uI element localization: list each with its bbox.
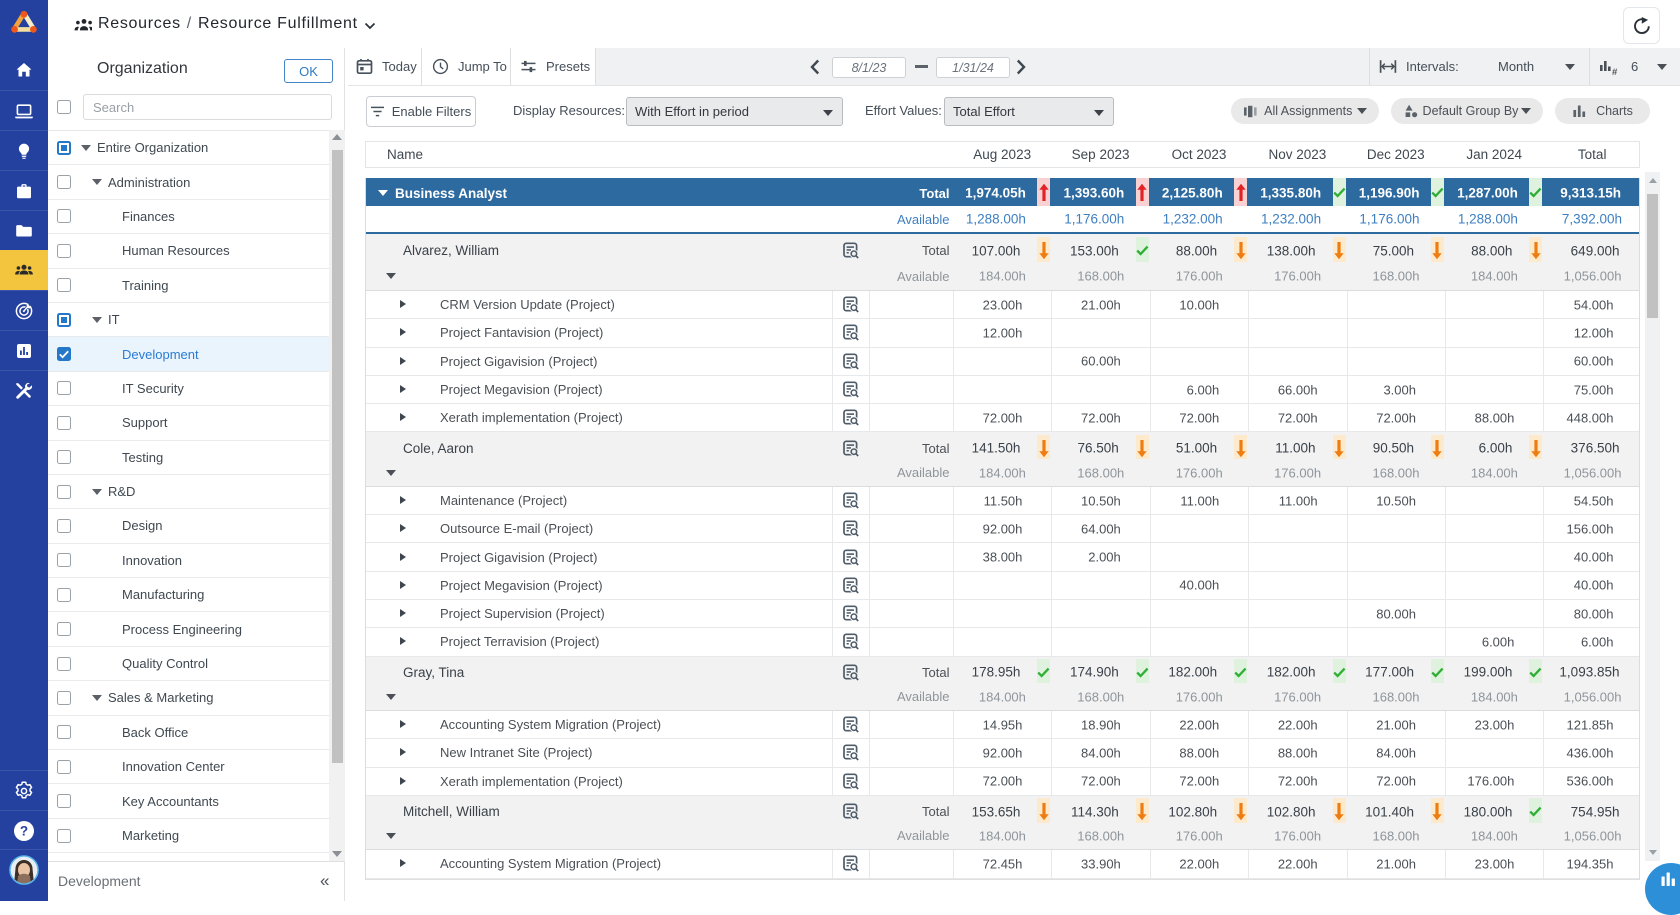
svg-text:?: ? [20, 823, 28, 838]
svg-text:#: # [1612, 67, 1618, 76]
